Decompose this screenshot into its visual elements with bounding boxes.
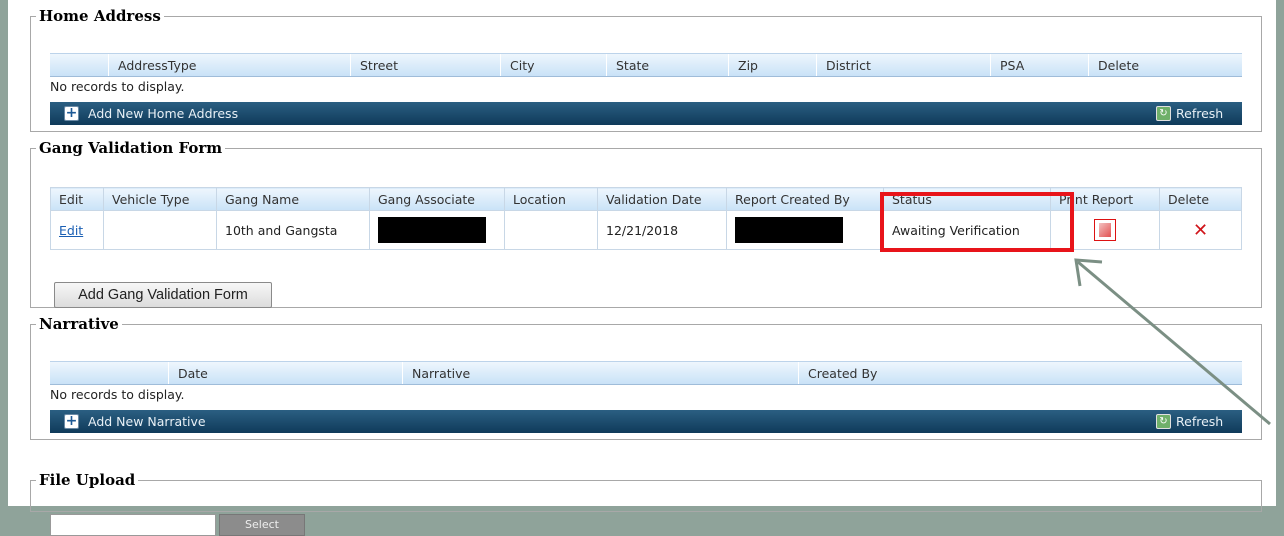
page: Home Address AddressType Street City Sta… bbox=[8, 0, 1276, 536]
annotation-arrow bbox=[1074, 258, 1271, 426]
file-path-input[interactable] bbox=[50, 514, 216, 536]
select-file-button[interactable]: Select bbox=[219, 514, 305, 536]
